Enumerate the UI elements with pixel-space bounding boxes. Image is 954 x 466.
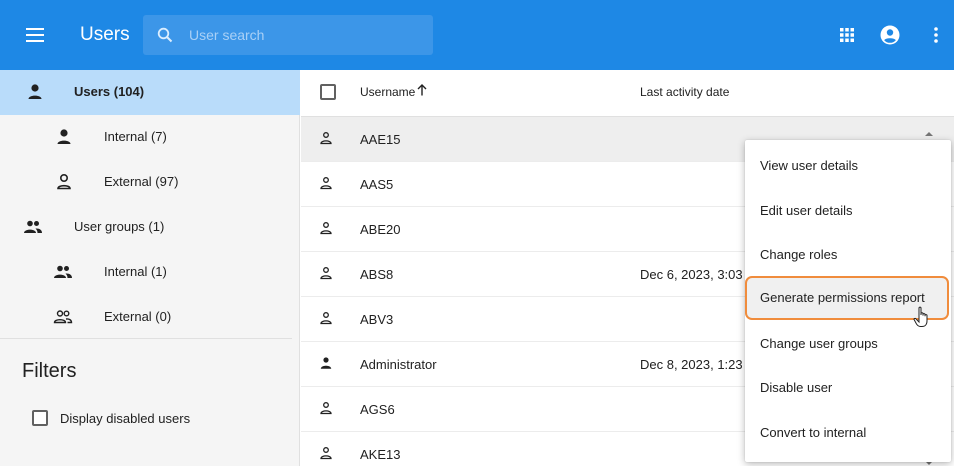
sidebar-item-label: Internal (7) bbox=[104, 129, 167, 144]
username-cell: AAE15 bbox=[360, 132, 401, 147]
search-input[interactable] bbox=[189, 24, 419, 46]
username-cell: Administrator bbox=[360, 357, 437, 372]
menu-item-label: Change user groups bbox=[760, 336, 878, 351]
person-outline-icon bbox=[320, 177, 332, 190]
menu-item-disable-user[interactable]: Disable user bbox=[745, 366, 951, 410]
username-cell: ABE20 bbox=[360, 222, 401, 237]
menu-item-label: Edit user details bbox=[760, 203, 853, 218]
search-box[interactable] bbox=[143, 15, 433, 55]
person-outline-icon bbox=[320, 447, 332, 460]
person-outline-icon bbox=[320, 402, 332, 415]
caret-up-icon bbox=[925, 132, 933, 136]
menu-item-change-roles[interactable]: Change roles bbox=[745, 233, 951, 277]
person-outline-icon bbox=[57, 173, 71, 190]
person-icon bbox=[57, 129, 71, 144]
menu-icon[interactable] bbox=[26, 28, 44, 42]
app-title: Users bbox=[80, 24, 130, 45]
username-cell: ABV3 bbox=[360, 312, 394, 327]
sidebar: Users (104) Internal (7) External (97) U… bbox=[0, 70, 300, 466]
sidebar-item-external-groups[interactable]: External (0) bbox=[0, 295, 300, 340]
sidebar-item-external-users[interactable]: External (97) bbox=[0, 160, 300, 205]
search-icon bbox=[157, 27, 173, 43]
sidebar-item-label: Internal (1) bbox=[104, 264, 167, 279]
person-outline-icon bbox=[320, 222, 332, 235]
username-cell: AGS6 bbox=[360, 402, 395, 417]
sidebar-item-internal-groups[interactable]: Internal (1) bbox=[0, 250, 300, 295]
menu-item-label: View user details bbox=[760, 158, 859, 173]
menu-item-label: Change roles bbox=[760, 247, 838, 262]
sidebar-item-label: External (97) bbox=[104, 174, 179, 189]
username-cell: AKE13 bbox=[360, 447, 401, 462]
display-disabled-checkbox[interactable] bbox=[32, 410, 48, 426]
sidebar-divider bbox=[0, 338, 292, 339]
column-header-last-activity[interactable]: Last activity date bbox=[640, 85, 729, 99]
arrow-up-icon[interactable] bbox=[417, 84, 427, 96]
sidebar-item-label: Users (104) bbox=[74, 84, 145, 99]
person-outline-icon bbox=[320, 132, 332, 145]
menu-item-view-user-details[interactable]: View user details bbox=[745, 144, 951, 188]
menu-item-label: Convert to internal bbox=[760, 425, 867, 440]
account-circle-icon[interactable] bbox=[880, 25, 900, 45]
person-outline-icon bbox=[320, 267, 332, 280]
column-header-username[interactable]: Username bbox=[360, 85, 415, 99]
group-icon bbox=[54, 265, 72, 278]
filters-title: Filters bbox=[22, 360, 77, 382]
table-header: Username Last activity date bbox=[301, 70, 954, 117]
sidebar-item-users[interactable]: Users (104) bbox=[0, 70, 300, 115]
menu-item-label: Generate permissions report bbox=[760, 290, 925, 305]
app-bar: Users bbox=[0, 0, 954, 70]
display-disabled-label: Display disabled users bbox=[60, 411, 191, 426]
sidebar-item-label: User groups (1) bbox=[74, 219, 165, 234]
sidebar-item-internal-users[interactable]: Internal (7) bbox=[0, 115, 300, 160]
menu-item-change-user-groups[interactable]: Change user groups bbox=[745, 322, 951, 366]
last-activity-cell: Dec 6, 2023, 3:03 bbox=[640, 267, 743, 282]
apps-grid-icon[interactable] bbox=[840, 28, 854, 42]
menu-item-label: Disable user bbox=[760, 380, 833, 395]
sidebar-item-user-groups[interactable]: User groups (1) bbox=[0, 205, 300, 250]
username-cell: AAS5 bbox=[360, 177, 394, 192]
group-icon bbox=[24, 220, 42, 233]
person-icon bbox=[320, 357, 332, 369]
user-context-menu: View user details Edit user details Chan… bbox=[745, 140, 951, 462]
more-vert-icon[interactable] bbox=[934, 27, 938, 43]
menu-item-convert-to-internal[interactable]: Convert to internal bbox=[745, 411, 951, 455]
last-activity-cell: Dec 8, 2023, 1:23 bbox=[640, 357, 743, 372]
person-icon bbox=[28, 84, 42, 99]
username-cell: ABS8 bbox=[360, 267, 394, 282]
sidebar-item-label: External (0) bbox=[104, 309, 172, 324]
select-all-checkbox[interactable] bbox=[320, 84, 336, 100]
menu-item-edit-user-details[interactable]: Edit user details bbox=[745, 189, 951, 233]
group-outline-icon bbox=[53, 310, 73, 324]
hand-pointer-icon bbox=[913, 306, 928, 327]
person-outline-icon bbox=[320, 312, 332, 325]
